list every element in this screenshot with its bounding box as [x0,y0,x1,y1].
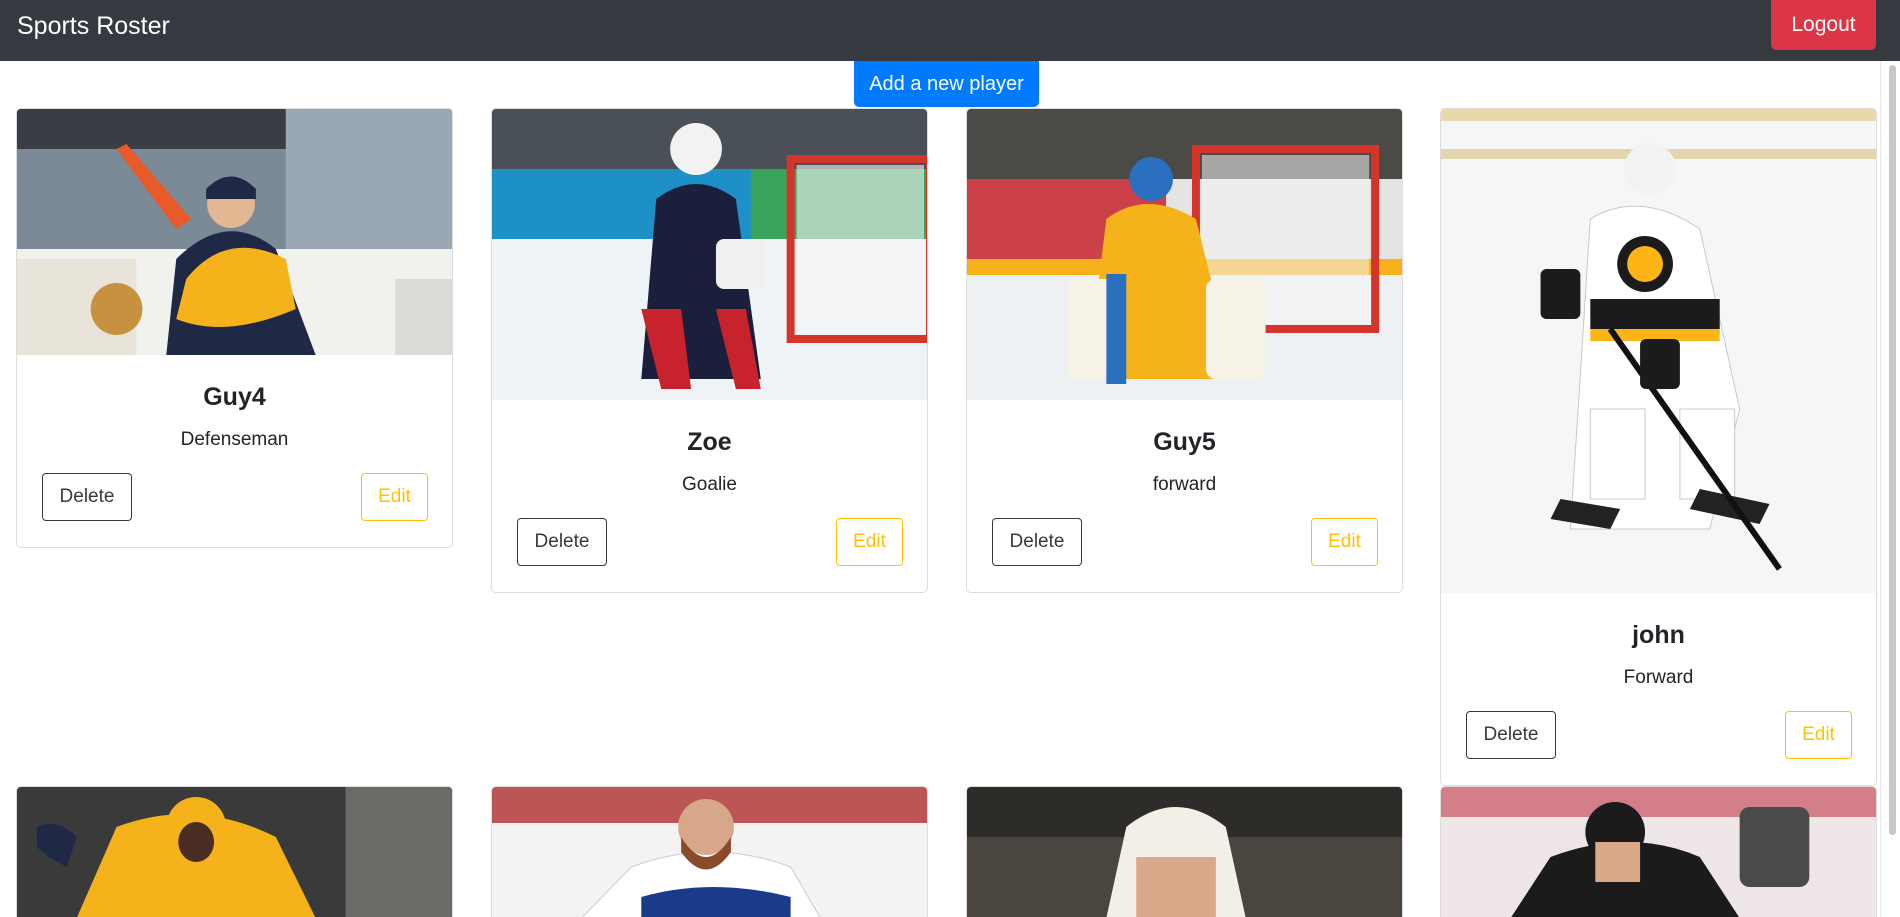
delete-button[interactable]: Delete [517,518,607,566]
add-player-button[interactable]: Add a new player [854,61,1039,107]
player-photo [17,109,452,355]
player-photo [1441,787,1876,917]
player-card: Guy4 Defenseman Delete Edit [16,108,453,548]
delete-button[interactable]: Delete [992,518,1082,566]
player-card: Zoe Goalie Delete Edit [491,108,928,593]
brand-title[interactable]: Sports Roster [17,10,170,42]
player-photo [492,109,927,400]
player-card: Guy5 forward Delete Edit [966,108,1403,593]
edit-button[interactable]: Edit [1785,711,1852,759]
card-body: Guy5 forward Delete Edit [967,400,1402,592]
card-body: Guy4 Defenseman Delete Edit [17,355,452,547]
navbar: Sports Roster Logout [0,0,1900,61]
player-position: Goalie [682,474,737,495]
delete-button[interactable]: Delete [1466,711,1556,759]
player-photo [1441,109,1876,593]
player-card: john Forward Delete Edit [1440,108,1877,786]
player-photo [967,109,1402,400]
player-name: Guy5 [1153,428,1216,456]
edit-button[interactable]: Edit [836,518,903,566]
card-body: Zoe Goalie Delete Edit [492,400,927,592]
page-scrollbar[interactable] [1880,61,1900,917]
delete-button[interactable]: Delete [42,473,132,521]
player-position: forward [1152,474,1217,495]
player-name: Zoe [687,428,732,456]
edit-button[interactable]: Edit [1311,518,1378,566]
player-card [966,786,1403,917]
player-name: Guy4 [203,383,266,411]
player-photo [967,787,1402,917]
card-body: john Forward Delete Edit [1441,593,1876,785]
edit-button[interactable]: Edit [361,473,428,521]
player-position: Forward [1623,667,1694,688]
scrollbar-thumb[interactable] [1889,65,1896,835]
player-card [491,786,928,917]
player-photo [492,787,927,917]
player-photo [17,787,452,917]
player-card [1440,786,1877,917]
player-card [16,786,453,917]
player-name: john [1632,621,1685,649]
logout-button[interactable]: Logout [1771,0,1876,50]
player-position: Defenseman [180,429,289,450]
